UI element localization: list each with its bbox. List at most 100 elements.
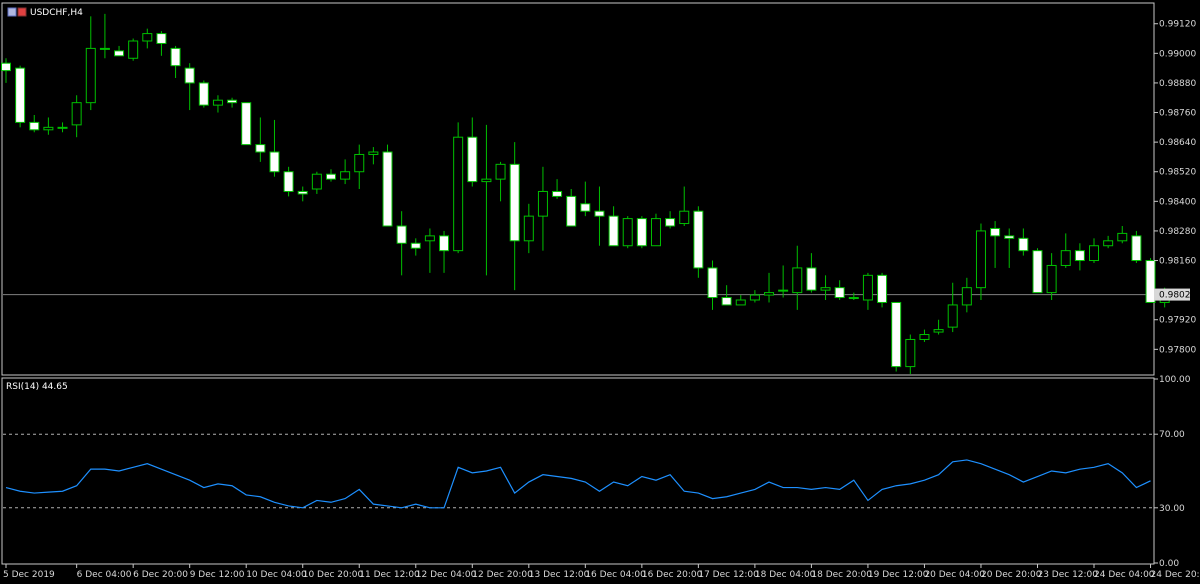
time-tick-label: 17 Dec 12:00	[698, 570, 759, 580]
bear-candle-body	[156, 33, 167, 44]
price-tick-label: 0.98640	[1159, 138, 1196, 148]
time-tick-label: 23 Dec 12:00	[1037, 570, 1098, 580]
bear-candle-body	[1145, 260, 1156, 303]
bull-candle-body	[975, 230, 986, 289]
time-tick-label: 20 Dec 20:00	[981, 570, 1042, 580]
time-tick-label: 20 Dec 04:00	[924, 570, 985, 580]
price-tick-label: 0.98280	[1159, 227, 1196, 237]
time-tick-label: 10 Dec 20:00	[303, 570, 364, 580]
bear-candle-body	[184, 67, 195, 84]
bull-candle-body	[340, 171, 351, 180]
bear-candle-body	[707, 267, 718, 299]
bull-candle-body	[947, 304, 958, 328]
bear-candle-body	[509, 163, 520, 242]
time-tick-label: 24 Dec 04:00	[1094, 570, 1155, 580]
candle[interactable]	[453, 122, 464, 254]
bull-candle-body	[735, 299, 746, 306]
candle[interactable]	[622, 216, 633, 249]
symbol-header: USDCHF,H4	[7, 7, 83, 18]
bear-candle-body	[241, 102, 252, 146]
bear-candle-body	[297, 190, 308, 195]
bull-candle-body	[1046, 264, 1057, 294]
price-tick-label: 0.97920	[1159, 316, 1196, 326]
currency-flag-icon	[17, 7, 27, 17]
bull-candle-body	[99, 47, 110, 50]
candle[interactable]	[128, 38, 139, 61]
candle[interactable]	[241, 102, 252, 146]
bear-candle-body	[580, 203, 591, 212]
bear-candle-body	[566, 195, 577, 227]
candle[interactable]	[636, 216, 647, 249]
rsi-tick-label: 30.00	[1159, 504, 1185, 514]
candle[interactable]	[650, 213, 661, 247]
bear-candle-body	[693, 210, 704, 269]
bull-candle-body	[142, 33, 153, 42]
bear-candle-body	[608, 215, 619, 247]
bull-candle-body	[43, 126, 54, 131]
bear-candle-body	[891, 301, 902, 368]
bull-candle-body	[128, 40, 139, 59]
time-tick-label: 24 Dec 20:00	[1151, 570, 1200, 580]
bear-candle-body	[806, 267, 817, 291]
bull-candle-body	[537, 190, 548, 217]
time-tick-label: 5 Dec 2019	[3, 570, 55, 580]
candle[interactable]	[382, 144, 393, 227]
candle[interactable]	[15, 65, 26, 128]
bear-candle-body	[877, 274, 888, 303]
symbol-label: USDCHF,H4	[30, 8, 83, 18]
rsi-tick-label: 0.00	[1159, 559, 1179, 569]
candle[interactable]	[891, 301, 902, 372]
time-tick-label: 10 Dec 04:00	[246, 570, 307, 580]
bear-candle-body	[834, 287, 845, 299]
time-tick-label: 11 Dec 12:00	[359, 570, 420, 580]
bear-candle-body	[227, 99, 238, 104]
bear-candle-body	[1018, 237, 1029, 252]
bear-candle-body	[198, 82, 209, 106]
candle[interactable]	[693, 206, 704, 278]
bull-candle-body	[749, 294, 760, 301]
bull-candle-body	[1060, 250, 1071, 266]
time-tick-label: 19 Dec 12:00	[868, 570, 929, 580]
candle[interactable]	[1131, 230, 1142, 263]
candle[interactable]	[283, 166, 294, 197]
candle[interactable]	[877, 272, 888, 308]
bull-candle-body	[862, 274, 873, 301]
bear-candle-body	[283, 171, 294, 192]
candle[interactable]	[1145, 258, 1156, 303]
bear-candle-body	[15, 67, 26, 123]
bull-candle-body	[453, 136, 464, 252]
candle[interactable]	[198, 80, 209, 108]
bull-candle-body	[792, 267, 803, 294]
time-tick-label: 6 Dec 20:00	[133, 570, 188, 580]
bear-candle-body	[114, 50, 125, 57]
bull-candle-body	[679, 210, 690, 225]
bear-candle-body	[29, 121, 40, 131]
bear-candle-body	[665, 218, 676, 227]
rsi-tick-label: 70.00	[1159, 430, 1185, 440]
bull-candle-body	[1089, 245, 1100, 262]
bear-candle-body	[552, 190, 563, 197]
bull-candle-body	[778, 289, 789, 292]
time-tick-label: 12 Dec 04:00	[416, 570, 477, 580]
price-tick-label: 0.99120	[1159, 20, 1196, 30]
time-tick-label: 16 Dec 20:00	[642, 570, 703, 580]
bear-candle-body	[1032, 250, 1043, 294]
bull-candle-body	[848, 297, 859, 300]
rsi-label: RSI(14) 44.65	[6, 382, 68, 392]
bull-candle-body	[905, 338, 916, 368]
time-tick-label: 12 Dec 20:00	[472, 570, 533, 580]
price-tick-label: 0.98880	[1159, 79, 1196, 89]
bear-candle-body	[269, 151, 280, 173]
time-tick-label: 18 Dec 20:00	[811, 570, 872, 580]
candle[interactable]	[1032, 248, 1043, 294]
time-tick-label: 9 Dec 12:00	[190, 570, 245, 580]
current-price-label: 0.98022	[1159, 291, 1196, 301]
trading-chart[interactable]: 0.99120 0.99000 0.98880 0.98760 0.98640 0.985…	[0, 0, 1200, 584]
bull-candle-body	[57, 126, 68, 129]
bear-candle-body	[467, 136, 478, 183]
bear-candle-body	[325, 173, 336, 180]
bull-candle-body	[523, 215, 534, 242]
bear-candle-body	[439, 235, 450, 252]
time-tick-label: 13 Dec 12:00	[529, 570, 590, 580]
price-tick-label: 0.97800	[1159, 345, 1196, 355]
